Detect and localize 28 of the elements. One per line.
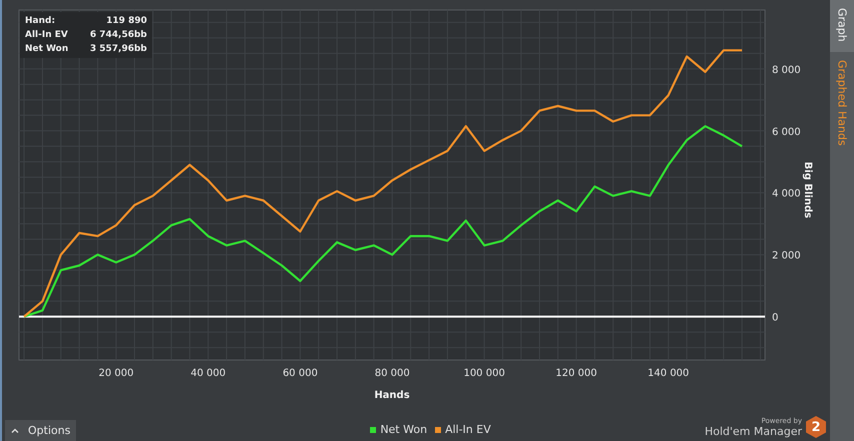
axis-tick-label: 8 000 <box>772 64 801 76</box>
axis-tick-label: 40 000 <box>190 368 226 379</box>
side-tab[interactable]: Graph <box>830 0 854 52</box>
axis-tick-label: 0 <box>772 312 778 324</box>
info-label: Hand: <box>25 15 56 28</box>
info-value: 3 557,96bb <box>90 43 147 56</box>
axis-tick-label: 2 000 <box>772 250 801 262</box>
axis-tick-label: 20 000 <box>98 368 134 379</box>
product-name: Hold'em Manager <box>704 424 802 438</box>
logo-badge: 2 <box>806 416 826 438</box>
caret-up-icon <box>11 428 19 433</box>
axis-tick-label: 6 000 <box>772 126 801 138</box>
info-label: All-In EV <box>25 29 68 42</box>
options-button[interactable]: Options <box>5 420 76 441</box>
axis-tick-label: 80 000 <box>374 368 410 379</box>
axis-tick-label: 140 000 <box>648 368 690 379</box>
axis-tick-label: 60 000 <box>282 368 318 379</box>
info-value: 6 744,56bb <box>90 29 147 42</box>
legend-label: All-In EV <box>445 423 491 436</box>
axis-tick-label: 4 000 <box>772 188 801 200</box>
side-tab[interactable]: Graphed Hands <box>830 52 854 156</box>
axis-tick-label: 120 000 <box>556 368 597 379</box>
legend-label: Net Won <box>380 423 428 436</box>
info-value: 119 890 <box>106 15 147 28</box>
axis-title: Big Blinds <box>802 162 813 218</box>
axis-title: Hands <box>374 390 410 401</box>
axis-tick-label: 100 000 <box>464 368 505 379</box>
info-label: Net Won <box>25 43 68 56</box>
